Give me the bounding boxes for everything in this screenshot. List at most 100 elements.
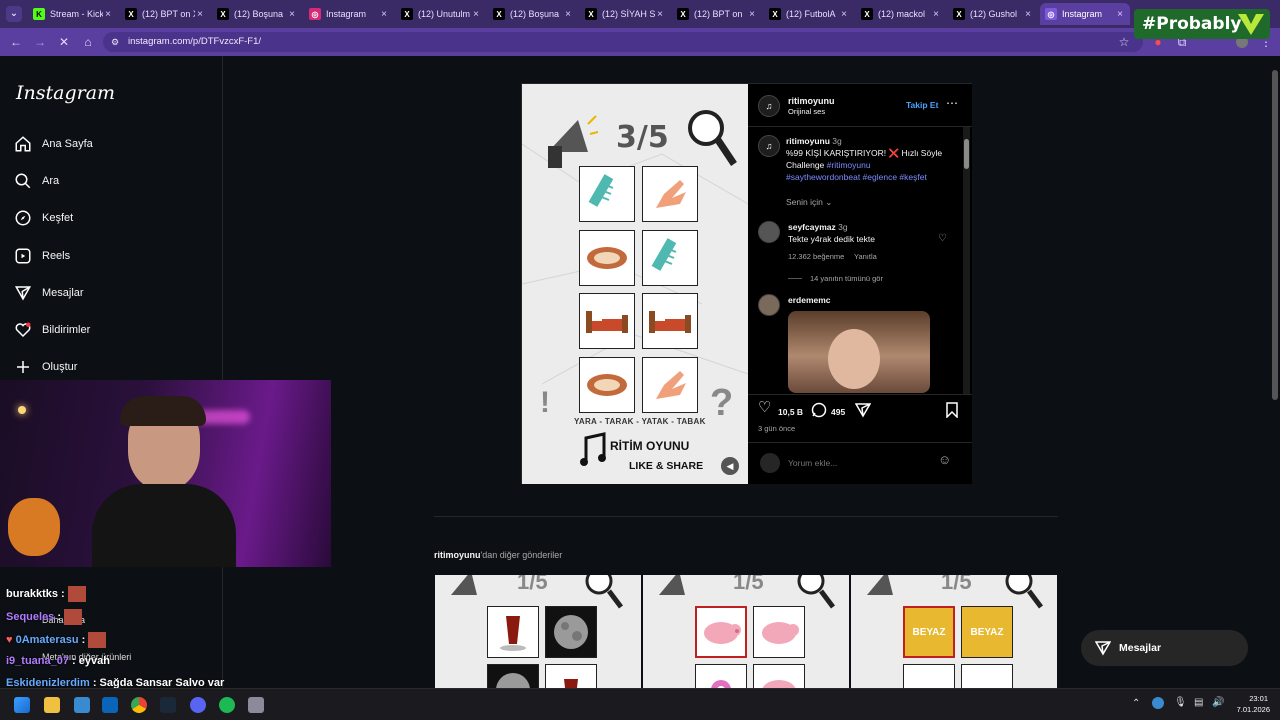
messages-button[interactable]: Mesajlar: [1081, 630, 1248, 666]
browser-tab[interactable]: ◎ Instagram ×: [304, 3, 394, 25]
browser-tab[interactable]: X (12) mackol ×: [856, 3, 946, 25]
browser-tab[interactable]: X (12) BPT on X ×: [120, 3, 210, 25]
steam-icon[interactable]: [160, 697, 176, 713]
for-you-filter[interactable]: Senin için ⌄: [786, 196, 832, 208]
hashtags-link[interactable]: #saythewordonbeat #eglence #keşfet: [786, 171, 927, 183]
related-post-2[interactable]: 1/5: [643, 575, 849, 688]
related-post-3[interactable]: 1/5 BEYAZ BEYAZ: [851, 575, 1057, 688]
browser-tab[interactable]: X (12) SİYAH S ×: [580, 3, 670, 25]
comment-bubble-icon[interactable]: [811, 402, 827, 418]
site-info-icon[interactable]: ⚙: [111, 32, 119, 52]
file-explorer-icon[interactable]: [44, 697, 60, 713]
tab-close-icon[interactable]: ×: [655, 9, 665, 20]
mute-button[interactable]: ◀: [721, 457, 739, 475]
like-count[interactable]: 10,5 B: [778, 406, 803, 418]
megaphone-icon: [451, 575, 477, 595]
follow-button[interactable]: Takip Et: [906, 99, 938, 111]
reply-button[interactable]: Yanıtla: [854, 251, 877, 263]
settings-gear-icon[interactable]: [248, 697, 264, 713]
discord-icon[interactable]: [190, 697, 206, 713]
tab-close-icon[interactable]: ×: [839, 9, 849, 20]
like-heart-icon[interactable]: ♡: [758, 400, 771, 415]
nav-home[interactable]: Ana Sayfa: [14, 132, 93, 156]
emoji-icon[interactable]: ☺: [938, 453, 951, 466]
bookmark-icon[interactable]: [945, 402, 959, 418]
nav-search[interactable]: Ara: [14, 169, 59, 193]
comment-likes[interactable]: 12.362 beğenme: [788, 251, 844, 263]
comment-gif-image[interactable]: [788, 311, 930, 393]
share-send-icon[interactable]: [855, 402, 871, 418]
browser-tab[interactable]: X (12) BPT on ×: [672, 3, 762, 25]
scrollbar-thumb[interactable]: [964, 139, 969, 169]
page-scrollbar-thumb[interactable]: [1272, 70, 1278, 400]
network-icon[interactable]: ▤: [1194, 697, 1203, 708]
nav-create-label: Oluştur: [42, 361, 78, 373]
tab-close-icon[interactable]: ×: [1023, 9, 1033, 20]
tab-list-dropdown-button[interactable]: ⌄: [6, 6, 22, 22]
nav-reels[interactable]: Reels: [14, 244, 70, 268]
browser-tab[interactable]: X (12) Boşuna ×: [212, 3, 302, 25]
nav-create[interactable]: Oluştur: [14, 355, 77, 379]
browser-tab[interactable]: X (12) Boşuna ×: [488, 3, 578, 25]
microphone-icon[interactable]: 🎙: [1174, 697, 1187, 708]
chat-username[interactable]: Sequeles: [6, 611, 54, 623]
author-avatar[interactable]: ♫: [758, 95, 780, 117]
tab-close-icon[interactable]: ×: [931, 9, 941, 20]
nav-explore[interactable]: Keşfet: [14, 206, 73, 230]
comment-count[interactable]: 495: [831, 406, 845, 418]
tab-close-icon[interactable]: ×: [471, 9, 481, 20]
tab-close-icon[interactable]: ×: [379, 9, 389, 20]
commenter-avatar[interactable]: [758, 221, 780, 243]
nav-notifications[interactable]: Bildirimler: [14, 318, 90, 342]
reel-video[interactable]: 3/5 ! ? YARA - TARAK - YATAK - TABAK RİT…: [522, 84, 748, 484]
tab-close-icon[interactable]: ×: [747, 9, 757, 20]
caption-avatar[interactable]: ♫: [758, 135, 780, 157]
page-scrollbar[interactable]: [1270, 56, 1280, 688]
tab-close-icon[interactable]: ×: [563, 9, 573, 20]
hashtag-link[interactable]: #ritimoyunu: [827, 160, 871, 170]
more-posts-user[interactable]: ritimoyunu: [434, 550, 481, 560]
instagram-logo[interactable]: Instagram: [16, 82, 115, 104]
browser-tab[interactable]: X (12) Gushol ×: [948, 3, 1038, 25]
chat-username[interactable]: 0Amaterasu: [16, 634, 79, 646]
volume-icon[interactable]: 🔊: [1212, 697, 1224, 708]
browser-tab[interactable]: X (12) Unutulm ×: [396, 3, 486, 25]
tray-chevron-icon[interactable]: ⌃: [1132, 698, 1140, 709]
caption-username[interactable]: ritimoyunu: [786, 136, 830, 146]
tray-app-icon[interactable]: [1152, 697, 1164, 709]
comment-input[interactable]: [788, 456, 928, 470]
chrome-icon[interactable]: [131, 697, 147, 713]
more-options-icon[interactable]: ⋯: [946, 97, 958, 109]
tab-close-icon[interactable]: ×: [287, 9, 297, 20]
more-posts-suffix: 'dan diğer gönderiler: [480, 550, 563, 560]
chat-username[interactable]: i9_tuana_07: [6, 655, 69, 667]
back-icon[interactable]: ←: [8, 34, 24, 50]
commenter-avatar-2[interactable]: [758, 294, 780, 316]
browser-tab[interactable]: X (12) FutbolA ×: [764, 3, 854, 25]
forward-icon[interactable]: →: [32, 34, 48, 50]
clock-time[interactable]: 23:01: [1236, 694, 1268, 703]
browser-tab[interactable]: K Stream - Kick ×: [28, 3, 118, 25]
tab-close-icon[interactable]: ×: [195, 9, 205, 20]
browser-tab[interactable]: ◎ Instagram ×: [1040, 3, 1130, 25]
clock-date[interactable]: 7.01.2026: [1228, 705, 1270, 714]
tab-close-icon[interactable]: ×: [103, 9, 113, 20]
tab-close-icon[interactable]: ×: [1115, 9, 1125, 20]
url-field[interactable]: ⚙ instagram.com/p/DTFvzcxF-F1/: [103, 32, 1143, 52]
stop-loading-icon[interactable]: ✕: [56, 34, 72, 50]
related-post-1[interactable]: 1/5: [435, 575, 641, 688]
chat-username[interactable]: burakktks: [6, 588, 58, 600]
audio-label[interactable]: Orijinal ses: [788, 106, 825, 118]
comment-like-heart-icon[interactable]: ♡: [938, 233, 947, 245]
home-page-icon[interactable]: ⌂: [80, 34, 96, 50]
comment-username[interactable]: seyfcaymaz: [788, 222, 836, 232]
nav-messages[interactable]: Mesajlar: [14, 281, 84, 305]
windows-start-icon[interactable]: [14, 697, 30, 713]
view-replies-link[interactable]: 14 yanıtın tümünü gör: [810, 273, 883, 285]
comments-scrollbar[interactable]: [963, 127, 970, 394]
outlook-icon[interactable]: [102, 697, 118, 713]
spotify-icon[interactable]: [219, 697, 235, 713]
bookmark-star-icon[interactable]: ☆: [1116, 34, 1132, 50]
store-icon[interactable]: [74, 697, 90, 713]
comment-username-2[interactable]: erdememc: [788, 294, 831, 306]
